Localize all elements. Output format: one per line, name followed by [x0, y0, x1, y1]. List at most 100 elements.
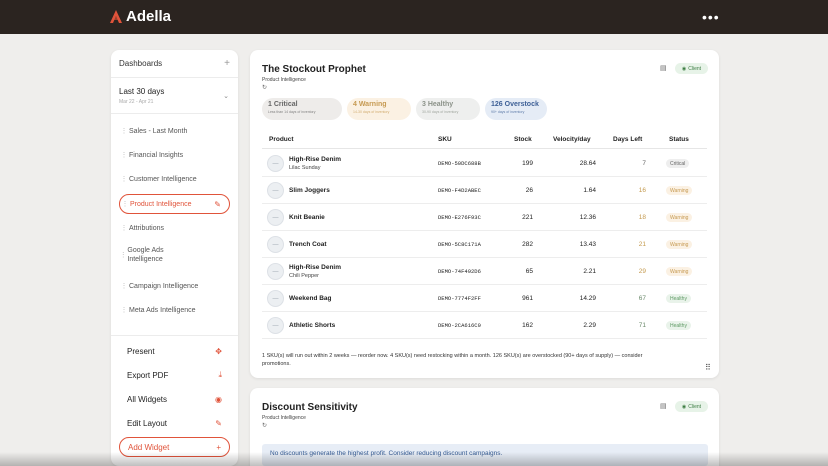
- sidebar-item-label: Customer Intelligence: [129, 175, 197, 183]
- sidebar-item-sales-last-month[interactable]: ⋮ Sales - Last Month: [119, 121, 230, 141]
- more-menu-icon[interactable]: •••: [702, 9, 720, 25]
- sidebar-item-label: Financial Insights: [129, 151, 184, 159]
- sku-value: DEMO-2CA616C0: [438, 322, 481, 329]
- table-row[interactable]: — Trench Coat DEMO-5C8C171A 282 13.43 21 Warni…: [262, 231, 707, 258]
- discount-insight-banner: No discounts generate the highest profit…: [262, 444, 708, 466]
- export-pdf-button[interactable]: Export PDF ⤓: [119, 364, 230, 386]
- table-row[interactable]: — Knit Beanie DEMO-E276F93C 221 12.36 18 Warni…: [262, 204, 707, 231]
- product-name: High-Rise Denim: [289, 264, 342, 271]
- status-badge: Critical: [666, 159, 690, 168]
- healthy-chip[interactable]: 3 Healthy 30-90 days of inventory: [416, 98, 480, 120]
- chip-count: 1 Critical: [268, 101, 298, 108]
- client-badge-label: Client: [688, 403, 702, 410]
- widget-subtitle: Product Intelligence: [262, 415, 306, 421]
- product-thumbnail-icon: —: [267, 182, 284, 199]
- table-row[interactable]: — High-Rise Denim Chili Pepper DEMO-74F492D…: [262, 258, 707, 285]
- critical-chip[interactable]: 1 Critical Less than 14 days of inventor…: [262, 98, 342, 120]
- sidebar-item-attributions[interactable]: ⋮ Attributions: [119, 218, 230, 238]
- drag-handle-icon[interactable]: ⋮: [119, 151, 129, 159]
- table-row[interactable]: — Weekend Bag DEMO-7774F2FF 961 14.29 67 Healt…: [262, 285, 707, 312]
- drag-grid-icon[interactable]: ⠿: [705, 363, 711, 372]
- warning-chip[interactable]: 4 Warning 14-30 days of inventory: [347, 98, 411, 120]
- overstock-chip[interactable]: 126 Overstock 90+ days of inventory: [485, 98, 547, 120]
- inventory-status-chips: 1 Critical Less than 14 days of inventor…: [262, 98, 547, 120]
- status-badge: Healthy: [666, 321, 691, 330]
- sidebar-item-customer-intelligence[interactable]: ⋮ Customer Intelligence: [119, 169, 230, 189]
- edit-layout-label: Edit Layout: [127, 418, 168, 428]
- table-row[interactable]: — High-Rise Denim Lilac Sunday DEMO-50DC688…: [262, 150, 707, 177]
- stock-value: 221: [522, 214, 533, 221]
- sidebar-item-label: Sales - Last Month: [129, 127, 188, 135]
- drag-handle-icon[interactable]: ⋮: [119, 282, 129, 290]
- status-badge: Warning: [666, 186, 693, 195]
- drag-handle-icon[interactable]: ⋮: [119, 251, 127, 259]
- add-widget-button[interactable]: Add Widget +: [119, 437, 230, 457]
- chip-description: 90+ days of inventory: [491, 110, 525, 114]
- all-widgets-label: All Widgets: [127, 394, 168, 404]
- product-thumbnail-icon: —: [267, 155, 284, 172]
- sidebar-item-label: Google Ads Intelligence: [127, 247, 164, 263]
- drag-handle-icon[interactable]: ⋮: [119, 224, 129, 232]
- present-label: Present: [127, 346, 155, 356]
- velocity-value: 28.64: [579, 160, 596, 167]
- drag-handle-icon[interactable]: ⋮: [119, 306, 129, 314]
- client-badge[interactable]: ◉ Client: [675, 63, 708, 74]
- edit-layout-icon: ✎: [215, 418, 222, 428]
- export-pdf-label: Export PDF: [127, 370, 169, 380]
- date-range-dates: Mar 22 - Apr 21: [119, 99, 154, 105]
- sidebar-item-meta-ads-intelligence[interactable]: ⋮ Meta Ads Intelligence: [119, 300, 230, 320]
- column-header-velocity: Velocity/day: [553, 136, 591, 143]
- present-button[interactable]: Present ✥: [119, 340, 230, 362]
- days-left-value: 7: [642, 160, 646, 167]
- eye-icon: ◉: [681, 403, 687, 410]
- calendar-icon[interactable]: ▤: [660, 402, 667, 410]
- column-header-stock: Stock: [514, 136, 532, 143]
- days-left-value: 18: [638, 214, 646, 221]
- drag-handle-icon[interactable]: ⋮: [120, 200, 130, 208]
- calendar-icon[interactable]: ▤: [660, 64, 667, 72]
- plus-icon: +: [216, 442, 221, 452]
- all-widgets-button[interactable]: All Widgets ◉: [119, 388, 230, 410]
- product-thumbnail-icon: —: [267, 290, 284, 307]
- column-header-sku: SKU: [438, 136, 452, 143]
- stockout-prophet-widget: The Stockout Prophet Product Intelligenc…: [250, 50, 719, 378]
- sidebar-item-google-ads-intelligence[interactable]: ⋮ Google Ads Intelligence: [119, 242, 189, 268]
- eye-icon: ◉: [215, 394, 222, 404]
- edit-layout-button[interactable]: Edit Layout ✎: [119, 412, 230, 434]
- brand[interactable]: Adella: [110, 8, 171, 25]
- stock-value: 282: [522, 241, 533, 248]
- edit-pencil-icon[interactable]: ✎: [214, 200, 221, 209]
- sidebar-item-financial-insights[interactable]: ⋮ Financial Insights: [119, 145, 230, 165]
- chevron-down-icon: ⌄: [223, 93, 229, 100]
- velocity-value: 2.29: [583, 322, 596, 329]
- stock-value: 65: [525, 268, 533, 275]
- sidebar-item-campaign-intelligence[interactable]: ⋮ Campaign Intelligence: [119, 276, 230, 296]
- table-row[interactable]: — Slim Joggers DEMO-F4D2ABEC 26 1.64 16 Warnin…: [262, 177, 707, 204]
- sidebar-item-label: Attributions: [129, 224, 165, 232]
- client-badge[interactable]: ◉ Client: [675, 401, 708, 412]
- widget-subtitle: Product Intelligence: [262, 77, 306, 83]
- drag-handle-icon[interactable]: ⋮: [119, 127, 129, 135]
- chip-description: 14-30 days of inventory: [353, 110, 390, 114]
- sidebar: Dashboards + Last 30 days Mar 22 - Apr 2…: [111, 50, 238, 466]
- days-left-value: 29: [638, 268, 646, 275]
- sidebar-item-label: Campaign Intelligence: [129, 282, 199, 290]
- product-name: Slim Joggers: [289, 187, 330, 194]
- widget-title: Discount Sensitivity: [262, 402, 358, 413]
- column-header-status: Status: [669, 136, 689, 143]
- product-thumbnail-icon: —: [267, 263, 284, 280]
- client-badge-label: Client: [688, 65, 702, 72]
- add-dashboard-icon[interactable]: +: [224, 58, 230, 69]
- table-row[interactable]: — Athletic Shorts DEMO-2CA616C0 162 2.29 71 He…: [262, 312, 707, 339]
- widget-title: The Stockout Prophet: [262, 64, 366, 75]
- dashboards-header: Dashboards +: [111, 50, 238, 78]
- drag-handle-icon[interactable]: ⋮: [119, 175, 129, 183]
- app-name: Adella: [126, 8, 172, 25]
- product-thumbnail-icon: —: [267, 236, 284, 253]
- date-range-selector[interactable]: Last 30 days Mar 22 - Apr 21 ⌄: [111, 78, 238, 114]
- refresh-icon[interactable]: ↻: [262, 422, 267, 429]
- product-thumbnail-icon: —: [267, 317, 284, 334]
- sidebar-item-product-intelligence[interactable]: ⋮ Product Intelligence ✎: [119, 194, 230, 214]
- days-left-value: 67: [638, 295, 646, 302]
- refresh-icon[interactable]: ↻: [262, 84, 267, 91]
